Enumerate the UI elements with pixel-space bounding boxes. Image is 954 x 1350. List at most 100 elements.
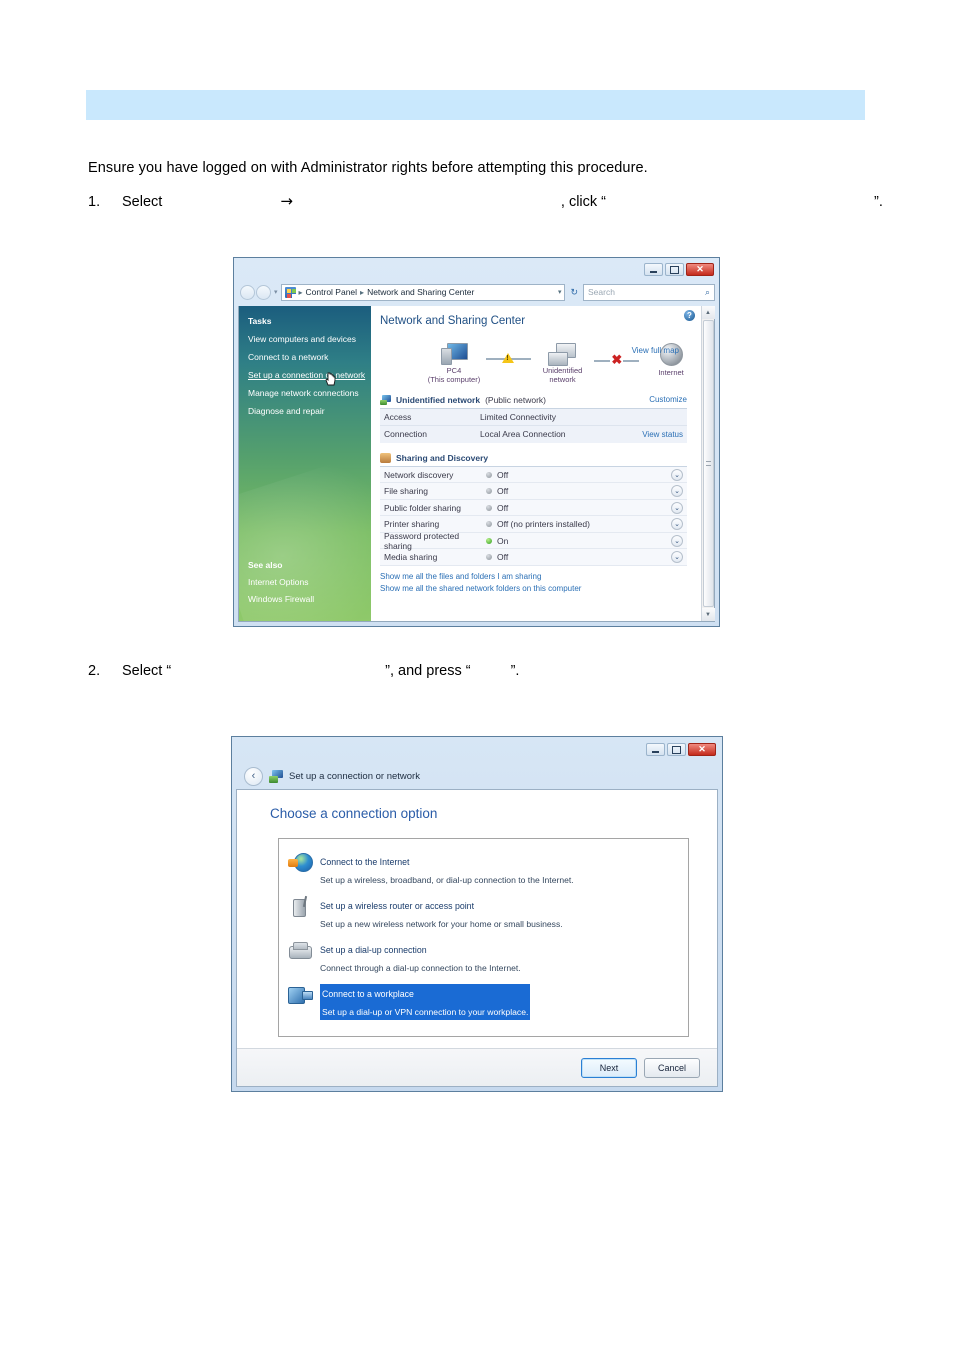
view-status-link[interactable]: View status [642,430,683,439]
sharing-row-label: Media sharing [384,552,438,562]
scroll-up-arrow-icon[interactable]: ▲ [701,306,715,319]
sidebar-item-view-computers[interactable]: View computers and devices [248,334,371,344]
nav-history-dropdown-icon[interactable]: ▾ [274,288,278,296]
option-setup-wireless-router[interactable]: Set up a wireless router or access point… [279,892,688,936]
sidebar-item-manage-connections[interactable]: Manage network connections [248,388,371,398]
nav-buttons [240,284,271,300]
address-dropdown-icon[interactable]: ▾ [558,288,562,296]
search-icon: ⌕ [704,286,710,297]
close-button[interactable]: ✕ [688,743,716,756]
content-footer-links: Show me all the files and folders I am s… [380,572,701,593]
dialog-body: Choose a connection option Connect to th… [236,789,718,1087]
address-field[interactable]: ▸ Control Panel ▸ Network and Sharing Ce… [280,283,566,301]
status-dot-off [486,521,492,527]
search-input[interactable]: Search ⌕ [583,283,715,301]
warning-icon [502,353,515,363]
network-section-header: Unidentified network (Public network) Cu… [380,394,687,409]
customize-link[interactable]: Customize [649,395,687,404]
sharing-row-value: Off [497,486,509,496]
help-icon[interactable]: ? [684,310,695,321]
option-connect-to-internet[interactable]: Connect to the Internet Set up a wireles… [279,848,688,892]
screenshot-network-sharing-center: ✕ ▾ ▸ Control Panel ▸ Network and Sharin… [233,257,720,627]
sharing-row-value: Off [497,469,509,480]
globe-icon [288,852,313,873]
map-link-error: ✖ [592,353,641,366]
maximize-button[interactable] [665,263,684,276]
expand-chevron-icon[interactable]: ⌄ [671,534,683,547]
show-files-folders-link[interactable]: Show me all the files and folders I am s… [380,572,701,581]
step-1-arrow: → [280,192,293,210]
breadcrumb-network-sharing-center[interactable]: Network and Sharing Center [367,287,474,297]
scrollbar-thumb[interactable] [702,320,714,607]
map-link-warning [484,353,533,363]
back-icon[interactable] [240,284,255,300]
step-2-segment-2: ”, and press “ [385,663,471,679]
expand-chevron-icon[interactable]: ⌄ [671,518,683,530]
option-description: Connect through a dial-up connection to … [320,963,521,973]
sidebar-item-internet-options[interactable]: Internet Options [248,577,314,587]
minimize-button[interactable] [646,743,665,756]
table-row: Public folder sharing Off ⌄ [380,499,687,517]
sidebar-item-set-up-connection[interactable]: Set up a connection or network [248,370,371,380]
step-2: 2. Select “ ”, and press “ ”. [88,663,519,679]
error-x-icon: ✖ [610,352,624,367]
sharing-row-label: Network discovery [384,469,454,480]
sharing-section-header: Sharing and Discovery [380,452,687,467]
map-node-network[interactable]: Unidentified network [533,343,593,385]
expand-chevron-icon[interactable]: ⌄ [671,501,683,514]
refresh-icon[interactable]: ↻ [568,287,580,298]
workplace-icon [288,984,313,1005]
option-description: Set up a dial-up or VPN connection to yo… [322,1007,529,1017]
sidebar-item-windows-firewall[interactable]: Windows Firewall [248,594,314,604]
map-node-computer[interactable]: PC4 (This computer) [424,343,484,385]
option-setup-dialup-connection[interactable]: Set up a dial-up connection Connect thro… [279,936,688,980]
back-button[interactable]: ‹ [244,766,263,786]
connection-options-list: Connect to the Internet Set up a wireles… [278,838,689,1037]
step-2-segment-1: Select “ [122,663,172,679]
hand-cursor-icon [325,372,337,386]
option-connect-to-workplace[interactable]: Connect to a workplace Set up a dial-up … [279,980,688,1024]
next-button[interactable]: Next [581,1057,637,1078]
network-setup-icon [269,769,283,783]
connection-label: Connection [384,429,428,440]
network-section-title: Unidentified network [396,394,481,405]
network-section-subtitle: (Public network) [485,394,546,405]
close-button[interactable]: ✕ [686,263,714,276]
window1-body: Tasks View computers and devices Connect… [238,306,715,622]
dialog-title: Set up a connection or network [289,770,420,782]
expand-chevron-icon[interactable]: ⌄ [671,485,683,497]
option-title: Set up a wireless router or access point [320,901,475,911]
minimize-button[interactable] [644,263,663,276]
option-title: Connect to the Internet [320,857,410,867]
sharing-discovery-table: Network discovery Off ⌄ File sharing Off… [380,466,687,566]
forward-icon[interactable] [256,284,271,300]
dialog-heading: Choose a connection option [270,806,438,821]
step-1: 1. Select → , click “ ”. [88,192,883,210]
sidebar-item-connect-to-network[interactable]: Connect to a network [248,352,371,362]
sharing-section-title: Sharing and Discovery [396,452,489,463]
cancel-button[interactable]: Cancel [644,1057,700,1078]
step-1-number: 1. [88,194,101,210]
table-row: Access Limited Connectivity [380,409,687,426]
expand-chevron-icon[interactable]: ⌄ [671,468,683,481]
show-shared-folders-link[interactable]: Show me all the shared network folders o… [380,584,701,593]
scroll-down-arrow-icon[interactable]: ▼ [701,608,715,621]
map-node-internet-label: Internet [658,368,684,377]
intro-text: Ensure you have logged on with Administr… [88,160,648,176]
breadcrumb-separator-1: ▸ [298,287,303,297]
breadcrumb-separator-2: ▸ [360,287,365,297]
sharing-icon [380,452,391,463]
tasks-sidebar: Tasks View computers and devices Connect… [239,306,371,621]
breadcrumb-control-panel[interactable]: Control Panel [306,287,358,297]
access-value: Limited Connectivity [480,411,557,422]
option-title: Set up a dial-up connection [320,945,427,955]
table-row: Network discovery Off ⌄ [380,466,687,484]
step-1-segment-2: , click “ [560,194,606,210]
maximize-button[interactable] [667,743,686,756]
vertical-scrollbar[interactable]: ▲ ▼ [701,306,715,621]
expand-chevron-icon[interactable]: ⌄ [671,551,683,563]
sidebar-item-diagnose-repair[interactable]: Diagnose and repair [248,406,371,416]
table-row: File sharing Off ⌄ [380,483,687,500]
status-dot-off [486,471,492,478]
document-page: Ensure you have logged on with Administr… [0,0,954,1350]
